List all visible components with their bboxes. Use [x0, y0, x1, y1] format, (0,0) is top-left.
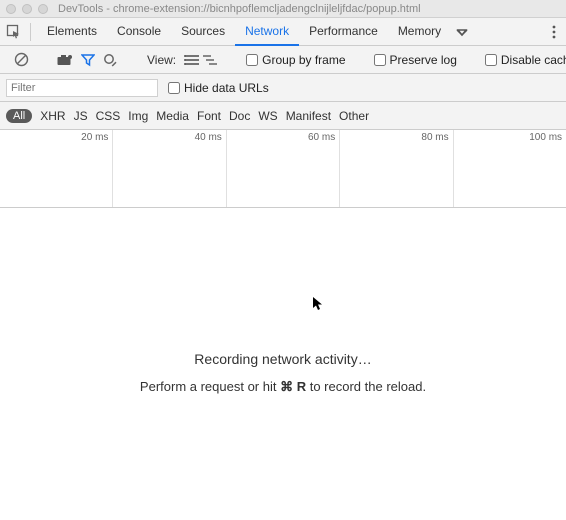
hide-data-urls-input[interactable] [168, 82, 180, 94]
tab-console[interactable]: Console [107, 18, 171, 45]
type-filter-bar: All XHR JS CSS Img Media Font Doc WS Man… [0, 102, 566, 130]
view-mode-group [184, 52, 218, 68]
disable-cache-input[interactable] [485, 54, 497, 66]
timeline-tick: 100 ms [529, 132, 562, 143]
hint-message: Perform a request or hit ⌘ R to record t… [0, 379, 566, 395]
timeline-col: 100 ms [454, 130, 566, 207]
type-all[interactable]: All [6, 109, 32, 123]
separator [30, 23, 31, 41]
hint-key: R [297, 379, 306, 394]
panel-tabs: Elements Console Sources Network Perform… [37, 18, 451, 45]
devtools-tabbar: Elements Console Sources Network Perform… [0, 18, 566, 46]
group-by-frame-label: Group by frame [262, 53, 345, 67]
timeline-tick: 60 ms [308, 132, 335, 143]
type-js[interactable]: JS [74, 109, 88, 123]
window-title: DevTools - chrome-extension://bicnhpofle… [58, 3, 421, 15]
hint-prefix: Perform a request or hit [140, 379, 280, 394]
filter-bar: Hide data URLs [0, 74, 566, 102]
recording-message: Recording network activity… [0, 351, 566, 367]
tab-performance[interactable]: Performance [299, 18, 388, 45]
tab-memory[interactable]: Memory [388, 18, 451, 45]
tab-elements[interactable]: Elements [37, 18, 107, 45]
type-ws[interactable]: WS [258, 109, 277, 123]
disable-cache-label: Disable cache [501, 53, 566, 67]
timeline-col: 20 ms [0, 130, 113, 207]
view-waterfall-icon[interactable] [202, 52, 218, 68]
type-media[interactable]: Media [156, 109, 189, 123]
timeline-col: 60 ms [227, 130, 340, 207]
capture-screenshots-icon[interactable] [57, 52, 73, 68]
traffic-lights [6, 4, 48, 14]
type-img[interactable]: Img [128, 109, 148, 123]
view-label: View: [147, 53, 176, 67]
timeline-tick: 20 ms [81, 132, 108, 143]
network-body: Recording network activity… Perform a re… [0, 208, 566, 520]
preserve-log-input[interactable] [374, 54, 386, 66]
type-font[interactable]: Font [197, 109, 221, 123]
close-window-icon[interactable] [6, 4, 16, 14]
filter-input[interactable] [6, 79, 158, 97]
hint-key-mod: ⌘ [280, 379, 293, 394]
tabs-overflow-icon[interactable] [455, 25, 469, 39]
cursor-icon [312, 296, 324, 312]
group-by-frame-input[interactable] [246, 54, 258, 66]
type-manifest[interactable]: Manifest [286, 109, 331, 123]
timeline-tick: 80 ms [421, 132, 448, 143]
window-titlebar: DevTools - chrome-extension://bicnhpofle… [0, 0, 566, 18]
hide-data-urls-label: Hide data URLs [184, 81, 269, 95]
timeline-col: 40 ms [113, 130, 226, 207]
filter-icon[interactable] [81, 52, 95, 68]
zoom-window-icon[interactable] [38, 4, 48, 14]
timeline-tick: 40 ms [195, 132, 222, 143]
type-css[interactable]: CSS [96, 109, 121, 123]
preserve-log-label: Preserve log [390, 53, 457, 67]
view-list-icon[interactable] [184, 52, 200, 68]
timeline-col: 80 ms [340, 130, 453, 207]
timeline-overview[interactable]: 20 ms 40 ms 60 ms 80 ms 100 ms [0, 130, 566, 208]
inspect-element-icon[interactable] [4, 22, 24, 42]
type-xhr[interactable]: XHR [40, 109, 65, 123]
hide-data-urls-checkbox[interactable]: Hide data URLs [168, 81, 269, 95]
type-other[interactable]: Other [339, 109, 369, 123]
type-doc[interactable]: Doc [229, 109, 250, 123]
tab-sources[interactable]: Sources [171, 18, 235, 45]
search-icon[interactable] [103, 52, 117, 68]
devtools-menu-icon[interactable] [546, 25, 562, 39]
group-by-frame-checkbox[interactable]: Group by frame [246, 53, 345, 67]
disable-cache-checkbox[interactable]: Disable cache [485, 53, 566, 67]
clear-icon[interactable] [14, 52, 29, 68]
preserve-log-checkbox[interactable]: Preserve log [374, 53, 457, 67]
network-toolbar: View: Group by frame Preserve log Disabl… [0, 46, 566, 74]
minimize-window-icon[interactable] [22, 4, 32, 14]
hint-suffix: to record the reload. [306, 379, 426, 394]
tab-network[interactable]: Network [235, 18, 299, 46]
